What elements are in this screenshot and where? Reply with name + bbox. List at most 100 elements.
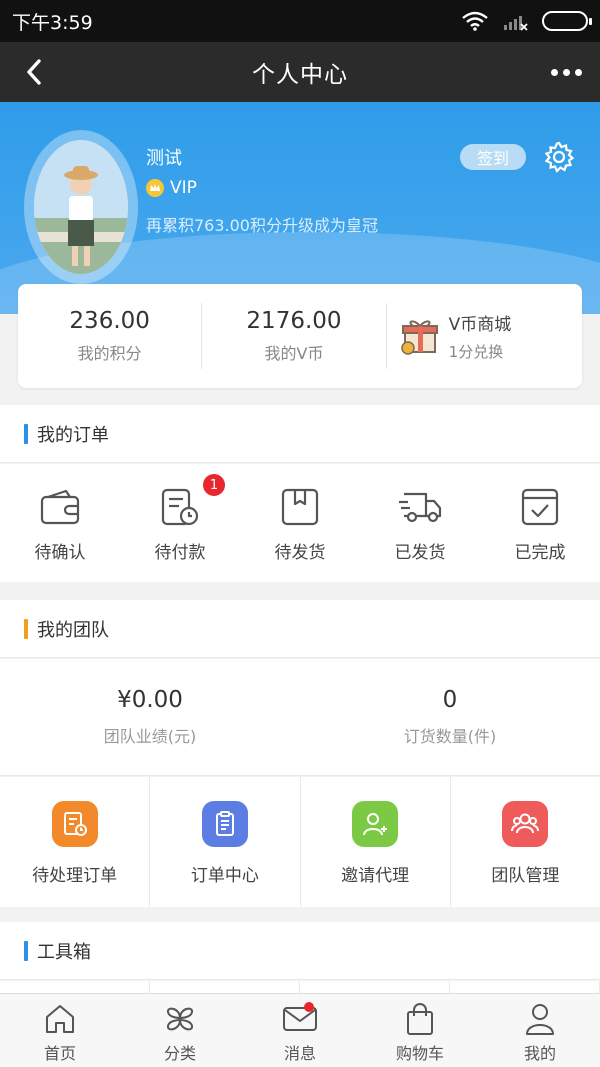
team-performance-label: 团队业绩(元) <box>103 727 197 746</box>
tab-label: 我的 <box>523 1044 556 1063</box>
pending-orders-entry[interactable]: 待处理订单 <box>0 777 151 907</box>
order-label: 已发货 <box>394 543 446 563</box>
order-label: 待确认 <box>34 543 86 563</box>
order-label: 待付款 <box>154 543 206 563</box>
tab-home[interactable]: 首页 <box>0 994 120 1067</box>
battery-icon <box>542 11 592 31</box>
tools-cell <box>300 981 450 993</box>
more-dot-icon <box>575 68 582 76</box>
section-accent-bar <box>24 423 28 444</box>
user-icon <box>526 1004 554 1035</box>
order-label: 待发货 <box>274 543 326 563</box>
home-icon <box>46 1005 74 1033</box>
upgrade-hint: 再累积763.00积分升级成为皇冠 <box>146 216 378 235</box>
settings-button[interactable] <box>542 140 576 174</box>
vcoin-label: 我的V币 <box>264 344 324 363</box>
check-box-icon <box>521 488 559 526</box>
order-shipped[interactable]: 已发货 <box>360 464 480 582</box>
vcoin-value: 2176.00 <box>246 308 342 334</box>
tools-cell <box>450 981 600 993</box>
tools-cell <box>0 981 150 993</box>
member-level: VIP <box>146 178 197 198</box>
orders-section-header: 我的订单 <box>0 405 600 463</box>
points-card: 236.00 我的积分 2176.00 我的V币 V币商城 1分兑换 <box>18 284 582 388</box>
bottom-tab-bar: 首页 分类 消息 购物车 我的 <box>0 993 600 1067</box>
pending-order-icon <box>51 801 98 847</box>
team-section-title: 我的团队 <box>37 619 109 641</box>
tab-category[interactable]: 分类 <box>120 994 240 1067</box>
category-icon <box>167 1007 193 1031</box>
user-name: 测试 <box>146 148 182 169</box>
action-label: 订单中心 <box>190 866 259 886</box>
more-dot-icon <box>551 68 558 76</box>
status-time: 下午3:59 <box>12 11 93 34</box>
order-pending-payment[interactable]: 待付款 1 <box>120 464 240 582</box>
my-points[interactable]: 236.00 我的积分 <box>18 303 203 369</box>
order-completed[interactable]: 已完成 <box>480 464 600 582</box>
tab-label: 消息 <box>283 1044 316 1063</box>
order-center-entry[interactable]: 订单中心 <box>150 777 301 907</box>
status-bar: 下午3:59 <box>0 0 600 42</box>
checkin-button[interactable]: 签到 <box>460 144 526 170</box>
section-accent-bar <box>24 940 28 961</box>
chevron-left-icon <box>27 59 41 85</box>
notification-dot <box>304 1002 314 1012</box>
order-status-row: 待确认 待付款 1 待发货 已发货 已完成 <box>0 464 600 582</box>
invite-agent-entry[interactable]: 邀请代理 <box>301 777 451 907</box>
avatar[interactable] <box>34 140 128 274</box>
bill-clock-icon <box>161 488 199 526</box>
order-center-icon <box>201 801 248 847</box>
points-label: 我的积分 <box>77 344 142 363</box>
nav-bar: 个人中心 <box>0 42 600 102</box>
truck-icon <box>399 492 442 523</box>
team-manage-icon <box>502 801 549 847</box>
team-order-quantity: 0 订货数量(件) <box>300 659 600 775</box>
action-label: 待处理订单 <box>32 866 118 886</box>
back-button[interactable] <box>16 54 52 90</box>
order-pending-shipment[interactable]: 待发货 <box>240 464 360 582</box>
tab-label: 首页 <box>43 1044 76 1063</box>
tools-cell <box>150 981 300 993</box>
tab-label: 分类 <box>163 1044 196 1063</box>
order-pending-confirm[interactable]: 待确认 <box>0 464 120 582</box>
tools-grid-partial <box>0 981 600 993</box>
signal-icon <box>504 16 528 31</box>
status-icons <box>462 11 592 31</box>
vcoin-mall-subtitle: 1分兑换 <box>448 343 504 361</box>
tab-mine[interactable]: 我的 <box>480 994 600 1067</box>
team-stats: ¥0.00 团队业绩(元) 0 订货数量(件) <box>0 659 600 776</box>
order-quantity-label: 订货数量(件) <box>403 727 497 746</box>
points-value: 236.00 <box>69 308 150 334</box>
more-dot-icon <box>563 68 570 76</box>
action-label: 邀请代理 <box>341 866 410 886</box>
gear-icon <box>544 141 575 173</box>
order-label: 已完成 <box>514 543 566 563</box>
tab-cart[interactable]: 购物车 <box>360 994 480 1067</box>
vcoin-mall[interactable]: V币商城 1分兑换 <box>387 303 582 369</box>
team-performance: ¥0.00 团队业绩(元) <box>0 659 300 775</box>
more-button[interactable] <box>551 54 582 90</box>
page-title: 个人中心 <box>252 62 348 88</box>
unread-badge: 1 <box>203 474 225 496</box>
gift-icon <box>400 320 438 355</box>
cart-icon <box>407 1003 433 1035</box>
profile-header: 测试 VIP 再累积763.00积分升级成为皇冠 签到 <box>0 102 600 314</box>
team-section-header: 我的团队 <box>0 600 600 658</box>
member-level-label: VIP <box>170 178 197 198</box>
vcoin-mall-title: V币商城 <box>448 315 512 335</box>
invite-agent-icon <box>352 801 399 847</box>
tools-section-header: 工具箱 <box>0 922 600 980</box>
team-actions: 待处理订单 订单中心 邀请代理 团队管理 <box>0 777 600 907</box>
team-performance-value: ¥0.00 <box>117 687 183 713</box>
team-manage-entry[interactable]: 团队管理 <box>451 777 600 907</box>
wifi-icon <box>462 11 488 31</box>
section-accent-bar <box>24 618 28 639</box>
my-vcoin[interactable]: 2176.00 我的V币 <box>202 303 387 369</box>
avatar-photo <box>34 140 128 274</box>
order-quantity-value: 0 <box>442 687 458 713</box>
tab-messages[interactable]: 消息 <box>240 994 360 1067</box>
crown-icon <box>146 179 164 197</box>
action-label: 团队管理 <box>491 866 560 886</box>
orders-section-title: 我的订单 <box>37 424 109 446</box>
tab-label: 购物车 <box>395 1044 444 1063</box>
